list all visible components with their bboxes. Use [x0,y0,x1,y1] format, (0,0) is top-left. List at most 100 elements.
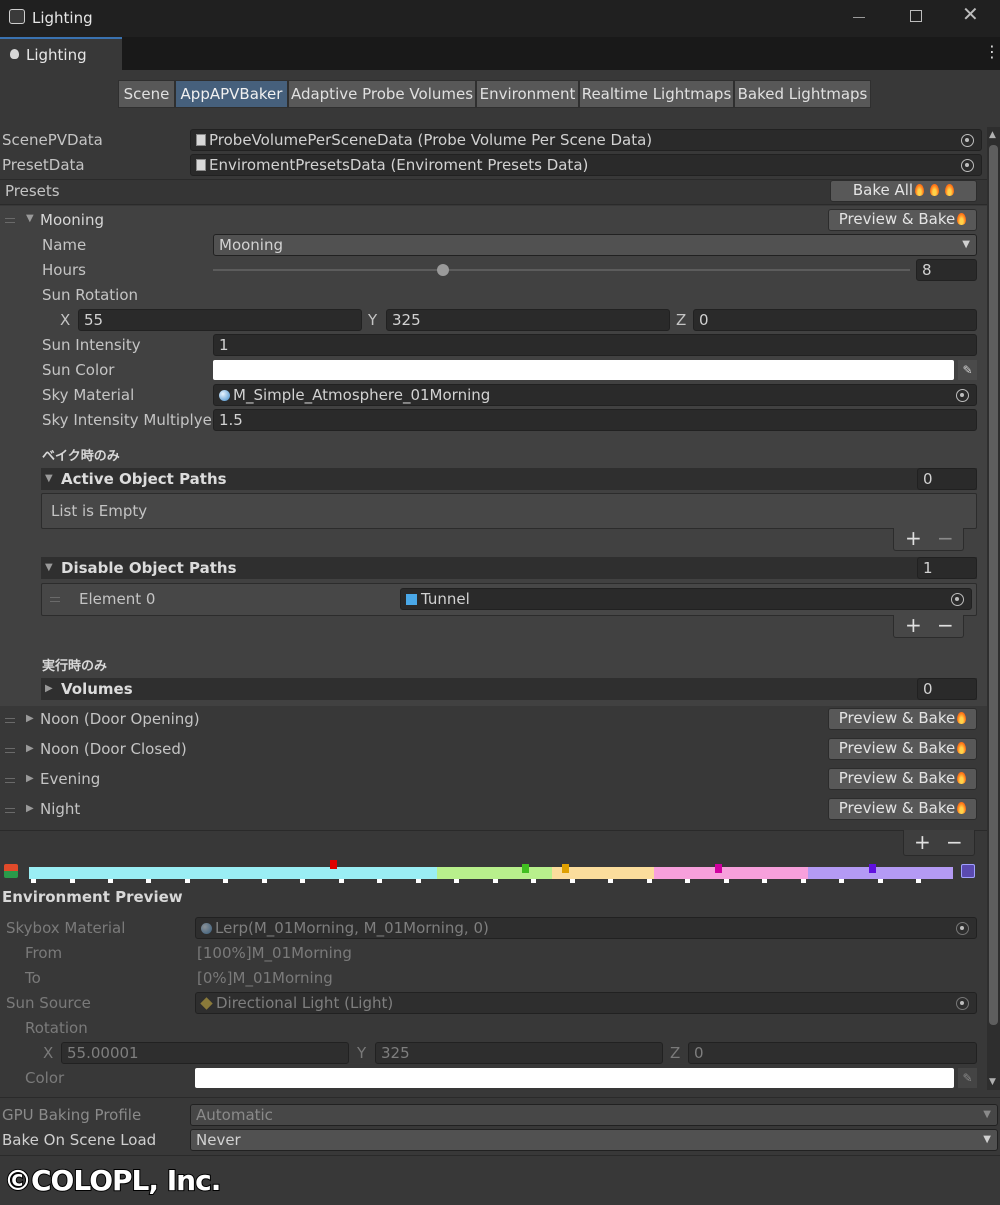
element-0-field[interactable]: Tunnel [400,588,972,610]
name-dropdown[interactable]: Mooning ▼ [213,234,977,256]
foldout-arrow-icon[interactable]: ▶ [45,683,53,694]
preview-bake-button-mooning[interactable]: Preview & Bake [828,209,977,231]
active-paths-count-value: 0 [923,470,933,488]
fire-icon [957,213,967,225]
volumes-header[interactable] [41,678,977,700]
bulb-icon [10,49,19,59]
preview-bake-label: Preview & Bake [838,739,956,757]
drag-handle-icon[interactable] [5,778,15,783]
env-rotation-y-label: Y [357,1044,367,1062]
sky-material-field[interactable]: M_Simple_Atmosphere_01Morning [213,384,977,406]
scroll-up-arrow[interactable]: ▲ [989,130,996,140]
foldout-arrow-icon[interactable]: ▼ [45,473,53,484]
drag-handle-icon[interactable] [50,597,60,602]
timeline-marker-noon-closed[interactable] [562,864,569,873]
timeline-marker-mooning[interactable] [330,860,337,869]
rotation-y-input[interactable]: 325 [386,309,670,331]
add-element-button[interactable]: + [905,615,922,635]
timeline-bar[interactable] [29,867,953,879]
timeline-segment-mooning[interactable] [29,867,437,879]
tab-baked-lightmaps[interactable]: Baked Lightmaps [734,80,871,108]
drag-handle-icon[interactable] [5,808,15,813]
tab-adaptive-probe-volumes[interactable]: Adaptive Probe Volumes [288,80,476,108]
object-picker-icon[interactable] [961,159,974,172]
hours-slider-thumb[interactable] [437,264,449,276]
active-paths-count[interactable]: 0 [917,468,977,490]
maximize-icon[interactable] [910,10,922,22]
disable-paths-count[interactable]: 1 [917,557,977,579]
timeline-marker-noon-opening[interactable] [522,864,529,873]
bake-all-button[interactable]: Bake All [830,180,977,202]
timeline-tick [31,879,36,883]
material-icon [201,923,212,934]
timeline-marker-night[interactable] [869,864,876,873]
sun-color-label: Sun Color [42,361,115,379]
scene-pv-data-field[interactable]: ProbeVolumePerSceneData (Probe Volume Pe… [190,129,982,151]
env-rotation-y: 325 [375,1042,663,1064]
bake-on-load-dropdown[interactable]: Never ▼ [190,1129,998,1151]
tab-realtime-lightmaps[interactable]: Realtime Lightmaps [579,80,734,108]
foldout-arrow-icon[interactable]: ▶ [26,773,34,784]
foldout-arrow-icon[interactable]: ▶ [26,713,34,724]
remove-preset-button[interactable]: − [946,832,963,852]
timeline-tick [608,879,613,883]
timeline-day-icon [4,864,18,878]
object-picker-icon[interactable] [951,593,964,606]
foldout-arrow-icon[interactable]: ▶ [26,743,34,754]
timeline-tick [339,879,344,883]
timeline-segment-night[interactable] [808,867,953,879]
timeline-marker-evening[interactable] [715,864,722,873]
scroll-down-arrow[interactable]: ▼ [989,1077,996,1087]
from-value: [100%]M_01Morning [197,944,352,962]
drag-handle-icon[interactable] [5,718,15,723]
env-color-label: Color [25,1069,65,1087]
timeline-segment-noon-opening[interactable] [437,867,552,879]
scrollbar-thumb[interactable] [989,145,998,1025]
timeline-tick [839,879,844,883]
volumes-count[interactable]: 0 [917,678,977,700]
preview-bake-button[interactable]: Preview & Bake [828,768,977,790]
remove-element-button[interactable]: − [937,528,954,548]
preview-bake-button[interactable]: Preview & Bake [828,708,977,730]
timeline-tick [570,879,575,883]
tab-scene[interactable]: Scene [118,80,175,108]
rotation-z-input[interactable]: 0 [693,309,977,331]
title-bar [0,0,1000,37]
sun-color-swatch[interactable] [213,360,954,380]
preview-bake-label: Preview & Bake [838,709,956,727]
tab-environment[interactable]: Environment [476,80,579,108]
fire-icon [957,742,967,754]
foldout-arrow-icon[interactable]: ▼ [45,562,53,573]
more-menu-icon[interactable]: ⋮ [984,44,1000,60]
foldout-arrow-icon[interactable]: ▼ [26,213,34,224]
object-picker-icon [956,997,969,1010]
hours-slider-track[interactable] [213,269,910,271]
mooning-title: Mooning [40,211,104,229]
preview-bake-button[interactable]: Preview & Bake [828,798,977,820]
gpu-profile-dropdown[interactable]: Automatic ▼ [190,1104,998,1126]
sun-intensity-input[interactable]: 1 [213,334,977,356]
minimize-icon[interactable] [853,17,865,18]
window-title: Lighting [32,9,93,27]
drag-handle-icon[interactable] [5,748,15,753]
preview-bake-button[interactable]: Preview & Bake [828,738,977,760]
rotation-x-input[interactable]: 55 [78,309,362,331]
drag-handle-icon[interactable] [5,218,15,223]
add-preset-button[interactable]: + [914,832,931,852]
foldout-arrow-icon[interactable]: ▶ [26,803,34,814]
timeline-segment-evening[interactable] [654,867,808,879]
remove-element-button[interactable]: − [937,615,954,635]
sky-mult-input[interactable]: 1.5 [213,409,977,431]
hours-input[interactable]: 8 [916,259,977,281]
timeline-tick [454,879,459,883]
eyedropper-icon[interactable]: ✎ [958,360,977,380]
copyright-watermark: ©COLOPL, Inc. [3,1163,222,1198]
fire-icon [915,184,925,196]
add-element-button[interactable]: + [905,528,922,548]
timeline-tick [916,879,921,883]
object-picker-icon[interactable] [956,389,969,402]
tab-appapvbaker[interactable]: AppAPVBaker [175,80,288,108]
preset-data-field[interactable]: EnviromentPresetsData (Enviroment Preset… [190,154,982,176]
object-picker-icon[interactable] [961,134,974,147]
close-icon[interactable]: ✕ [962,4,979,24]
